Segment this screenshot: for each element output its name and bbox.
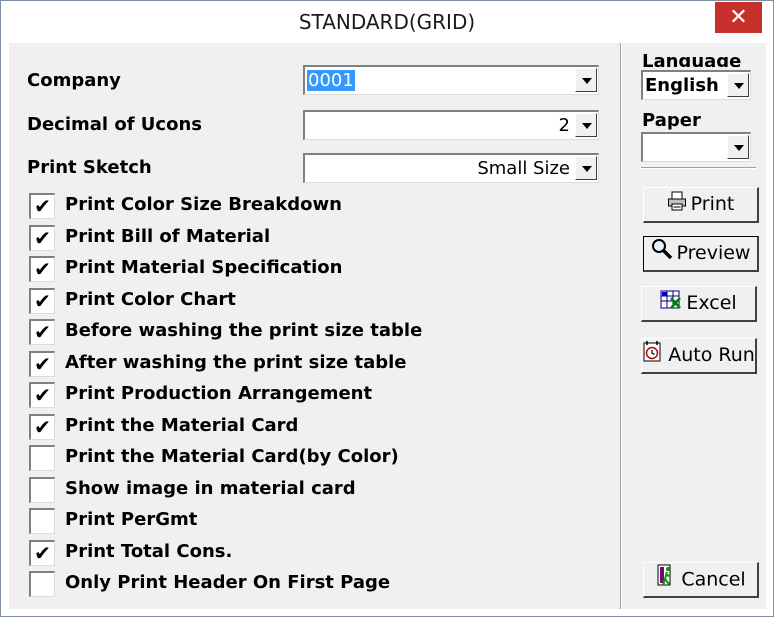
option-label: Print Color Size Breakdown (65, 194, 342, 215)
horizontal-divider (641, 167, 756, 169)
language-label: Language (642, 51, 742, 67)
chevron-down-icon[interactable] (575, 156, 597, 180)
chevron-down-icon[interactable] (727, 135, 749, 159)
checkbox[interactable]: ✔ (29, 319, 55, 345)
checkbox[interactable]: ✔ (29, 225, 55, 251)
decimal-value: 2 (558, 115, 570, 136)
sketch-label: Print Sketch (27, 157, 152, 178)
cancel-label: Cancel (681, 568, 746, 591)
clock-icon (642, 340, 664, 372)
language-combo[interactable]: English (641, 70, 751, 100)
preview-label: Preview (676, 242, 751, 264)
company-label: Company (27, 70, 121, 91)
company-combo[interactable]: 0001 (303, 65, 599, 95)
option-label: Before washing the print size table (65, 320, 423, 341)
close-icon: ✕ (729, 5, 748, 30)
dialog-body: Company 0001 Decimal of Ucons 2 Print Sk… (9, 43, 766, 609)
checkbox[interactable]: ✔ (29, 256, 55, 282)
option-label: Print Production Arrangement (65, 383, 373, 404)
option-label: Print PerGmt (65, 509, 198, 530)
company-value: 0001 (307, 70, 355, 91)
print-button[interactable]: Print (643, 187, 759, 223)
checkbox[interactable]: ✔ (29, 540, 55, 566)
option-label: After washing the print size table (65, 352, 407, 373)
option-label: Print the Material Card(by Color) (65, 446, 399, 467)
exit-door-icon (655, 563, 677, 597)
auto-run-label: Auto Run (668, 344, 755, 366)
option-label: Print Material Specification (65, 257, 343, 278)
option-label: Print Bill of Material (65, 226, 271, 247)
title-bar: STANDARD(GRID) ✕ (1, 1, 773, 43)
magnifier-icon (651, 238, 673, 270)
option-label: Show image in material card (65, 478, 356, 499)
chevron-down-icon[interactable] (575, 68, 597, 92)
chevron-down-icon[interactable] (575, 113, 597, 137)
paper-label: Paper (642, 110, 701, 130)
language-value: English (645, 75, 719, 96)
checkbox[interactable] (29, 508, 55, 534)
auto-run-button[interactable]: Auto Run (641, 338, 757, 374)
checkbox[interactable] (29, 477, 55, 503)
option-label: Only Print Header On First Page (65, 572, 391, 593)
chevron-down-icon[interactable] (727, 73, 749, 97)
vertical-divider (620, 43, 622, 609)
close-button[interactable]: ✕ (715, 2, 762, 33)
paper-combo[interactable] (641, 132, 751, 162)
preview-button[interactable]: Preview (643, 236, 759, 272)
window-title: STANDARD(GRID) (298, 10, 476, 34)
option-label: Print the Material Card (65, 415, 299, 436)
excel-button[interactable]: Excel (641, 286, 757, 322)
option-label: Print Color Chart (65, 289, 236, 310)
option-label: Print Total Cons. (65, 541, 233, 562)
checkbox[interactable] (29, 445, 55, 471)
excel-label: Excel (686, 292, 737, 314)
checkbox[interactable]: ✔ (29, 288, 55, 314)
excel-icon (660, 288, 682, 320)
decimal-label: Decimal of Ucons (27, 114, 202, 135)
dialog-window: STANDARD(GRID) ✕ Company 0001 Decimal of… (0, 0, 774, 617)
printer-icon (667, 189, 687, 221)
checkbox[interactable]: ✔ (29, 382, 55, 408)
checkbox[interactable]: ✔ (29, 351, 55, 377)
checkbox[interactable] (29, 571, 55, 597)
checkbox[interactable]: ✔ (29, 414, 55, 440)
cancel-button[interactable]: Cancel (643, 562, 759, 598)
print-label: Print (690, 193, 735, 215)
sketch-combo[interactable]: Small Size (303, 153, 599, 183)
decimal-combo[interactable]: 2 (303, 110, 599, 140)
checkbox[interactable]: ✔ (29, 193, 55, 219)
sketch-value: Small Size (477, 158, 570, 179)
